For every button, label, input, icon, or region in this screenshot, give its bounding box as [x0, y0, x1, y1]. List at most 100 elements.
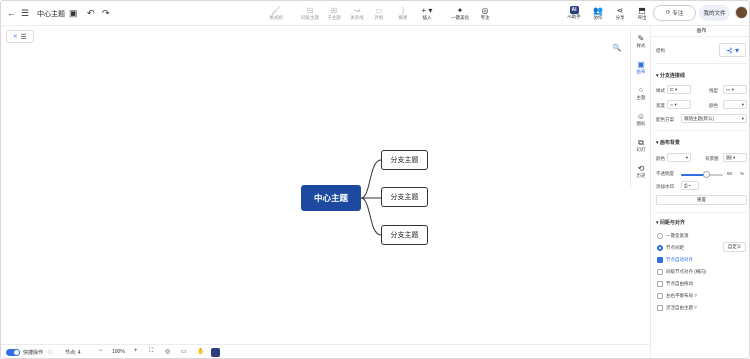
balance-layout-checkbox[interactable] [657, 293, 663, 299]
line-type-icon: ▭ ▾ [726, 86, 734, 92]
structure-label: 结构 [656, 48, 665, 53]
locate-icon[interactable]: ◎ [165, 348, 170, 355]
line-style-icon: ⊏ ▾ [670, 86, 678, 92]
theme-icon: ⁘ [637, 85, 645, 95]
free-drag-checkbox[interactable] [657, 281, 663, 287]
reset-button[interactable]: 重置 [656, 195, 747, 205]
slides-icon: ⧉ [638, 137, 644, 147]
tab-label: 历史 [636, 172, 646, 178]
one-click-compact-radio[interactable] [657, 233, 663, 239]
opacity-unit: % [740, 171, 745, 176]
opacity-label: 不透明度 [656, 171, 674, 176]
node-spacing-radio[interactable] [657, 245, 663, 251]
watermark-select[interactable]: ⎙ ▾ [681, 181, 699, 190]
node-spacing-label: 节点间距 [666, 245, 684, 250]
divider [656, 63, 747, 64]
zoom-in-icon[interactable]: + [134, 348, 138, 354]
tab-label: 样式 [636, 42, 646, 48]
tab-theme[interactable]: ⁘ 主题 [631, 80, 651, 106]
fit-screen-icon[interactable]: ⛶ [149, 348, 153, 355]
help-icon[interactable]: ⓘ [48, 349, 53, 356]
side-tab-bar: ✎ 样式 ▣ 画布 ⁘ 主题 ☺ 图标 ⧉ 幻灯 ⟲ 历史 [630, 28, 650, 188]
mindmap-structure-icon: ⊰ ▾ [726, 45, 739, 55]
color-scheme-select[interactable]: 跟随主题(默认) ▾ [681, 114, 747, 123]
properties-panel: 画布 结构 ⊰ ▾ ▾ 分支连接线 样式 ⊏ ▾ 线型 ▭ ▾ 宽度 ═ ▾ 颜… [650, 26, 749, 358]
flexible-topic-checkbox[interactable] [657, 305, 663, 311]
bg-image-select[interactable]: 🖼 ▾ [723, 153, 747, 162]
quick-mode-toggle[interactable] [6, 349, 20, 356]
chevron-down-icon: ▾ [685, 154, 688, 160]
canvas-icon: ▣ [637, 59, 645, 69]
sibling-align-checkbox[interactable] [657, 269, 663, 275]
line-type-select[interactable]: ▭ ▾ [723, 85, 747, 94]
tab-label: 幻灯 [636, 146, 646, 152]
checkbox-text: 左右平衡布局 [666, 293, 693, 298]
help-icon[interactable]: ? [694, 305, 697, 310]
bg-color-label: 颜色 [656, 156, 665, 161]
tab-style[interactable]: ✎ 样式 [631, 28, 651, 54]
layout-section-title: ▾ 间距与对齐 [656, 220, 685, 226]
section-text: 分支连接线 [659, 73, 685, 79]
tab-label: 主题 [636, 94, 646, 100]
line-style-label: 样式 [656, 88, 665, 93]
assistant-icon[interactable] [211, 348, 220, 357]
history-icon: ⟲ [637, 163, 645, 173]
chevron-down-icon: ▾ [741, 101, 744, 107]
tab-icons[interactable]: ☺ 图标 [631, 106, 651, 132]
branch-line-section-title: ▾ 分支连接线 [656, 73, 685, 79]
canvas-bg-section-title: ▾ 画布背景 [656, 140, 680, 146]
checkbox-text: 灵活自由主题 [666, 305, 693, 310]
zoom-level[interactable]: 100% [112, 349, 125, 355]
tab-slides[interactable]: ⧉ 幻灯 [631, 132, 651, 158]
section-text: 间距与对齐 [659, 220, 685, 226]
branch-topic-node[interactable]: 分支主题 [381, 225, 428, 245]
connector-line [360, 159, 382, 199]
line-width-icon: ═ ▾ [670, 101, 677, 107]
one-click-compact-label: 一键变紧凑 [666, 233, 689, 238]
tab-canvas[interactable]: ▣ 画布 [631, 54, 651, 80]
divider [656, 130, 747, 131]
image-icon: 🖼 ▾ [726, 154, 736, 160]
watermark-label: 添加水印 [656, 184, 674, 189]
chevron-down-icon: ▾ [741, 115, 744, 121]
panel-title: 画布 [651, 26, 749, 37]
line-style-select[interactable]: ⊏ ▾ [667, 85, 691, 94]
line-type-label: 线型 [709, 88, 718, 93]
section-text: 画布背景 [659, 140, 680, 146]
hand-pan-icon[interactable]: ✋ [197, 348, 204, 355]
line-width-select[interactable]: ═ ▾ [667, 100, 691, 109]
opacity-slider[interactable] [681, 171, 723, 178]
center-topic-node[interactable]: 中心主题 [301, 185, 361, 211]
bg-image-label: 背景图 [705, 156, 719, 161]
auto-align-label: 节点自动对齐 [666, 257, 693, 262]
tab-label: 图标 [636, 120, 646, 126]
tab-history[interactable]: ⟲ 历史 [631, 158, 651, 184]
opacity-value[interactable]: 60 [727, 171, 732, 176]
style-icon: ✎ [637, 33, 645, 43]
node-count: 节点: 4 [65, 350, 81, 356]
line-color-label: 颜色 [709, 103, 718, 108]
watermark-icon: ⎙ ▾ [684, 183, 691, 188]
emoji-icon: ☺ [636, 111, 646, 121]
free-drag-label: 节点自由拖动 [666, 281, 693, 286]
zoom-out-icon[interactable]: − [99, 348, 103, 354]
connector-line [360, 197, 382, 236]
flexible-topic-label: 灵活自由主题 ? [666, 305, 697, 311]
minimap-icon[interactable]: ▭ [181, 348, 187, 355]
sibling-align-label: 同级节点对齐 (横向) [666, 269, 707, 274]
auto-align-checkbox[interactable] [657, 257, 663, 263]
color-scheme-value: 跟随主题(默认) [684, 115, 714, 121]
custom-spacing-button[interactable]: 自定义 [723, 242, 746, 252]
tab-label: 画布 [636, 68, 646, 74]
balance-layout-label: 左右平衡布局 ? [666, 293, 697, 299]
divider [656, 212, 747, 213]
bg-color-select[interactable]: ▾ [667, 153, 691, 162]
opacity-slider-handle[interactable] [702, 171, 710, 178]
branch-topic-node[interactable]: 分支主题 [381, 150, 428, 170]
line-width-label: 宽度 [656, 103, 665, 108]
structure-select[interactable]: ⊰ ▾ [719, 43, 746, 57]
help-icon[interactable]: ? [694, 293, 697, 298]
line-color-select[interactable]: ▾ [723, 100, 747, 109]
color-scheme-label: 配色方案 [656, 117, 674, 122]
branch-topic-node[interactable]: 分支主题 [381, 187, 428, 207]
